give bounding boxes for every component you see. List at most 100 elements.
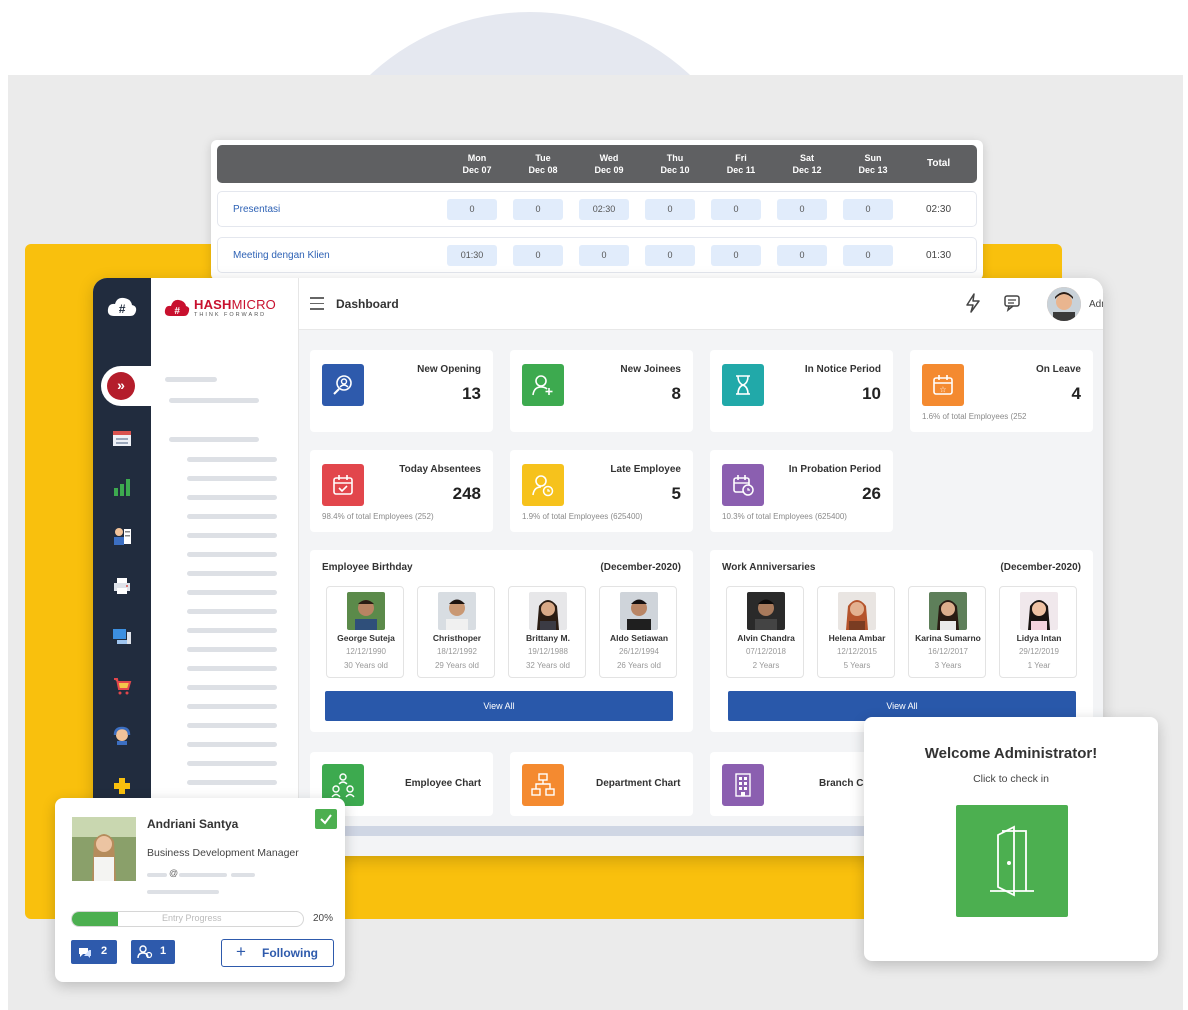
view-all-button[interactable]: View All (325, 691, 673, 721)
time-cell[interactable]: 0 (645, 199, 695, 220)
chat-icon[interactable] (1003, 294, 1021, 312)
task-label[interactable]: Presentasi (233, 204, 280, 215)
hamburger-menu-icon[interactable] (310, 297, 324, 310)
bar-chart-icon[interactable] (110, 475, 134, 499)
person-name: Aldo Setiawan (609, 633, 669, 643)
chart-label: Branch Ch (819, 778, 870, 789)
time-cell[interactable]: 0 (513, 245, 563, 266)
calendar-check-icon (322, 464, 364, 506)
person-photo (929, 592, 967, 630)
day-name: Sun (864, 153, 882, 163)
person-card[interactable]: Aldo Setiawan 26/12/1994 26 Years old (599, 586, 677, 678)
person-photo (1020, 592, 1058, 630)
person-age: 3 Years (934, 661, 962, 670)
followers-badge[interactable]: 1 (131, 940, 175, 964)
kpi-card-in-probation-period[interactable]: In Probation Period 26 10.3% of total Em… (710, 450, 893, 532)
time-cell[interactable]: 0 (645, 245, 695, 266)
person-card[interactable]: Lidya Intan 29/12/2019 1 Year (999, 586, 1077, 678)
section-period: (December-2020) (600, 562, 681, 573)
timesheet-row: Presentasi 0 0 02:30 0 0 0 0 02:30 (217, 191, 977, 227)
messages-badge[interactable]: 2 (71, 940, 117, 964)
time-cell[interactable]: 0 (513, 199, 563, 220)
person-card[interactable]: Christhoper 18/12/1992 29 Years old (417, 586, 495, 678)
user-menu[interactable]: Administrator ⌵ (1089, 299, 1103, 310)
search-user-icon (322, 364, 364, 406)
task-label[interactable]: Meeting dengan Klien (233, 250, 330, 261)
kpi-card-on-leave[interactable]: ☆ On Leave 4 1.6% of total Employees (25… (910, 350, 1093, 432)
day-date: Dec 09 (594, 165, 624, 175)
expand-menu-icon[interactable]: » (107, 372, 135, 400)
hierarchy-icon (522, 764, 564, 806)
check-in-button[interactable] (956, 805, 1068, 917)
person-date: 19/12/1988 (527, 647, 569, 656)
time-cell[interactable]: 02:30 (579, 199, 629, 220)
department-chart-card[interactable]: Department Chart (510, 752, 693, 816)
menu-placeholder (187, 457, 277, 462)
email-placeholder (231, 873, 255, 877)
following-button[interactable]: + Following (221, 939, 334, 967)
kpi-card-new-joinees[interactable]: New Joinees 8 (510, 350, 693, 432)
support-agent-icon[interactable] (110, 724, 134, 748)
calendar-icon[interactable] (110, 426, 134, 450)
person-name: Lidya Intan (1016, 633, 1062, 643)
day-date: Dec 12 (792, 165, 822, 175)
printer-icon[interactable] (110, 574, 134, 598)
kpi-card-today-absentees[interactable]: Today Absentees 248 98.4% of total Emplo… (310, 450, 493, 532)
side-menu: # HASHMICRO THINK FORWARD (151, 278, 299, 856)
time-cell[interactable]: 01:30 (447, 245, 497, 266)
person-card[interactable]: Karina Sumarno 16/12/2017 3 Years (908, 586, 986, 678)
calendar-clock-icon (722, 464, 764, 506)
day-name: Thu (666, 153, 684, 163)
time-cell[interactable]: 0 (843, 245, 893, 266)
menu-placeholder (187, 647, 277, 652)
person-card[interactable]: Brittany M. 19/12/1988 32 Years old (508, 586, 586, 678)
lightning-icon[interactable] (964, 293, 982, 313)
rail-active-tab[interactable]: » (101, 366, 153, 406)
email-placeholder (147, 873, 167, 877)
welcome-title: Welcome Administrator! (924, 745, 1098, 762)
person-name: Alvin Chandra (737, 633, 795, 643)
section-title: Work Anniversaries (722, 562, 816, 573)
menu-placeholder (187, 742, 277, 747)
person-date: 16/12/2017 (927, 647, 969, 656)
person-age: 26 Years old (616, 661, 662, 670)
time-cell[interactable]: 0 (843, 199, 893, 220)
plus-icon: + (236, 942, 246, 961)
time-cell[interactable]: 0 (711, 199, 761, 220)
progress-label: Entry Progress (162, 913, 222, 923)
kpi-value: 248 (452, 484, 481, 503)
day-header: Sun Dec 13 (848, 152, 898, 176)
person-card[interactable]: Helena Ambar 12/12/2015 5 Years (817, 586, 895, 678)
avatar[interactable] (1047, 287, 1081, 321)
person-card[interactable]: Alvin Chandra 07/12/2018 2 Years (726, 586, 804, 678)
employee-icon[interactable] (110, 524, 134, 548)
time-cell[interactable]: 0 (447, 199, 497, 220)
timesheet-card: Mon Dec 07 Tue Dec 08 Wed Dec 09 Thu Dec 10 … (211, 140, 983, 280)
day-date: Dec 07 (462, 165, 492, 175)
employee-birthday-panel: Employee Birthday (December-2020) George… (310, 550, 693, 732)
user-name: Administrator (1089, 299, 1103, 310)
medical-cross-icon[interactable] (110, 774, 134, 798)
time-cell[interactable]: 0 (579, 245, 629, 266)
shopping-cart-icon[interactable] (110, 674, 134, 698)
menu-placeholder (187, 780, 277, 785)
time-cell[interactable]: 0 (777, 199, 827, 220)
day-header: Fri Dec 11 (716, 152, 766, 176)
person-card[interactable]: George Suteja 12/12/1990 30 Years old (326, 586, 404, 678)
time-cell[interactable]: 0 (711, 245, 761, 266)
kpi-card-in-notice-period[interactable]: In Notice Period 10 (710, 350, 893, 432)
computer-icon[interactable] (110, 624, 134, 648)
total-header: Total (927, 158, 951, 169)
person-date: 26/12/1994 (618, 647, 660, 656)
menu-placeholder (187, 476, 277, 481)
kpi-card-new-opening[interactable]: New Opening 13 (310, 350, 493, 432)
kpi-card-late-employee[interactable]: Late Employee 5 1.9% of total Employees … (510, 450, 693, 532)
person-age: 1 Year (1027, 661, 1051, 670)
menu-placeholder (169, 398, 259, 403)
user-clock-icon (522, 464, 564, 506)
time-cell[interactable]: 0 (777, 245, 827, 266)
profile-name: Andriani Santya (147, 817, 239, 831)
profile-photo (72, 817, 136, 881)
person-photo (529, 592, 567, 630)
menu-placeholder (187, 571, 277, 576)
